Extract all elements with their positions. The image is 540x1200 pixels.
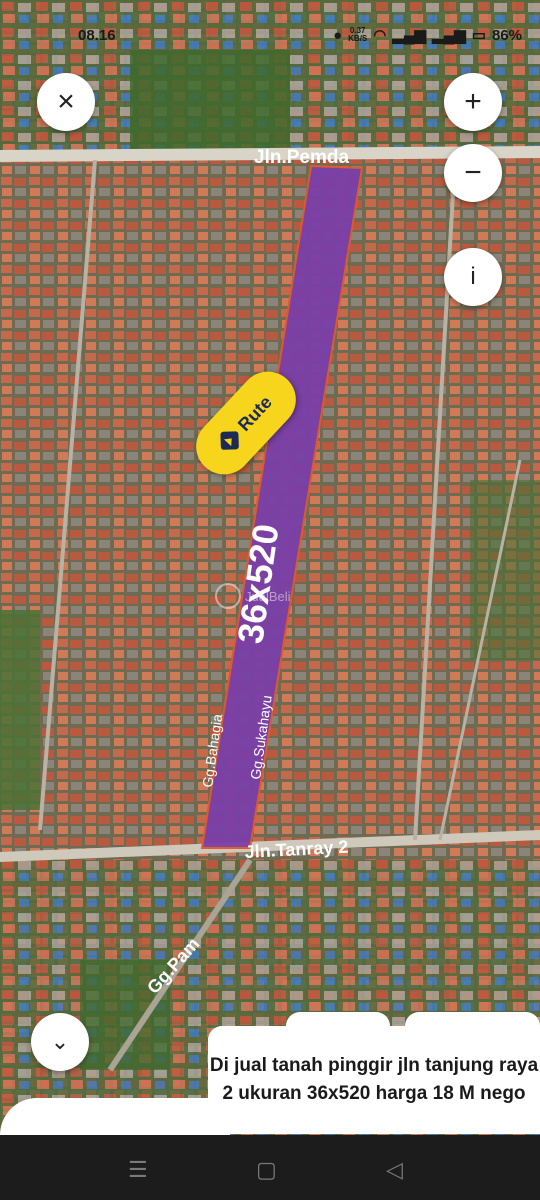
road-label-jln-pemda: Jln.Pemda (254, 147, 349, 168)
system-nav-bar: ☰ ▢ ◁ (0, 1135, 540, 1200)
caption-text: Di jual tanah pinggir jln tanjung raya 2… (209, 1055, 539, 1104)
back-icon[interactable]: ◁ (386, 1157, 403, 1183)
bottom-panel-edge (0, 1098, 230, 1135)
directions-icon (220, 431, 239, 450)
watermark-text: JualBeli (245, 588, 291, 604)
chevron-down-icon: ⌄ (50, 1029, 70, 1054)
location-icon: ● (333, 26, 343, 44)
signal-icon: ▂▄▆ (392, 27, 427, 44)
listing-caption: Di jual tanah pinggir jln tanjung raya 2… (208, 1026, 540, 1134)
minus-icon: − (464, 156, 482, 189)
close-icon: × (57, 85, 75, 118)
wifi-icon: ◠ (373, 27, 387, 44)
info-icon: i (470, 263, 476, 290)
status-time: 08.16 (78, 27, 116, 44)
network-speed-unit: KB/S (348, 34, 368, 43)
collapse-button[interactable]: ⌄ (31, 1013, 89, 1071)
watermark: JualBeli (215, 583, 291, 609)
status-icons: ● 0.37 KB/S ◠ ▂▄▆ ▂▄▆ ▭ 86% (333, 26, 522, 45)
zoom-out-button[interactable]: − (444, 144, 502, 202)
info-button[interactable]: i (444, 248, 502, 306)
zoom-in-button[interactable]: + (444, 73, 502, 131)
status-bar: 08.16 ● 0.37 KB/S ◠ ▂▄▆ ▂▄▆ ▭ 86% (0, 24, 540, 50)
battery-level: 86% (491, 26, 522, 44)
network-speed: 0.37 KB/S (348, 27, 367, 43)
recent-apps-icon[interactable]: ☰ (128, 1157, 148, 1183)
plus-icon: + (464, 85, 482, 118)
battery-icon: ▭ (471, 27, 486, 44)
home-icon[interactable]: ▢ (256, 1157, 277, 1183)
route-label: Rute (233, 391, 276, 435)
close-button[interactable]: × (37, 73, 95, 131)
signal-icon-2: ▂▄▆ (432, 27, 466, 44)
watermark-logo-icon (215, 583, 241, 609)
